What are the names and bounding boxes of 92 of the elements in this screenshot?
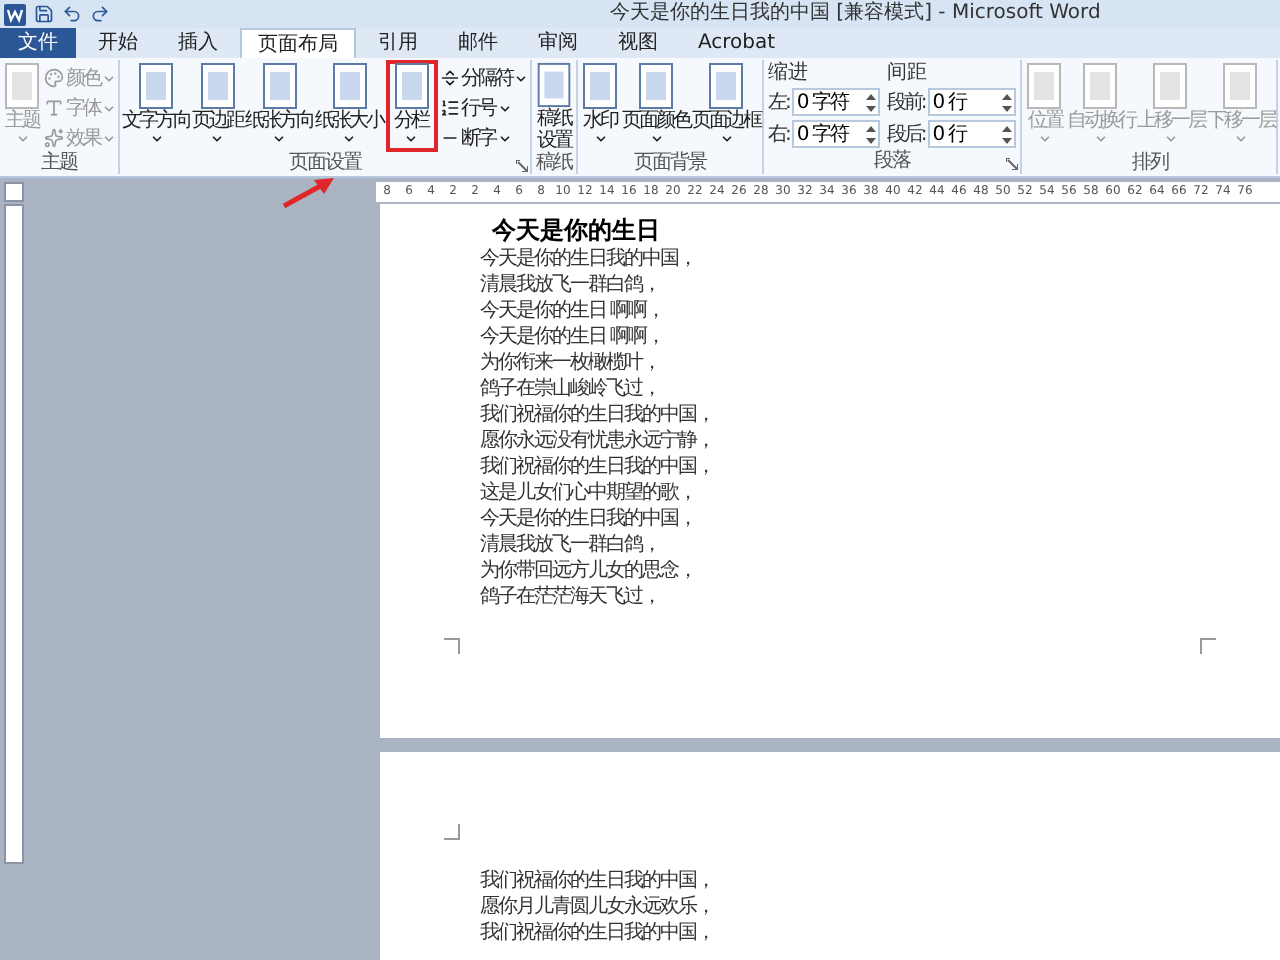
text-line: 愿你永远没有忧患永远宁静， [480, 428, 716, 454]
caret-icon [404, 132, 418, 146]
caret-icon [593, 132, 607, 146]
group-label: 稿纸 [536, 152, 572, 176]
spinner-icon [866, 93, 877, 111]
document-heading: 今天是你的生日 [492, 214, 662, 246]
small-icon [44, 128, 64, 148]
caret-icon [102, 131, 116, 145]
section-label: 间距 [886, 62, 929, 86]
text-line: 今天是你的生日我的中国， [480, 246, 698, 272]
text-line: 愿你月儿青圆儿女永远欢乐， [480, 894, 716, 920]
ribbon-button[interactable]: 纸张方向 [245, 60, 313, 152]
spinner-icon [1002, 93, 1013, 111]
caret-icon [272, 132, 286, 146]
text-line: 今天是你的生日我的中国， [480, 506, 698, 532]
ribbon-tab[interactable]: 文件 [0, 28, 76, 58]
field-label: 左: [768, 89, 789, 117]
text-line: 今天是你的生日 啊啊， [480, 298, 667, 324]
save-icon[interactable] [34, 4, 54, 24]
spin-field[interactable]: 0 字符 [792, 88, 881, 116]
redo-icon[interactable] [90, 4, 110, 24]
caret-icon [102, 101, 116, 115]
ribbon-tab[interactable]: 审阅 [520, 28, 596, 58]
ribbon-tab[interactable]: 视图 [600, 28, 676, 58]
undo-icon[interactable] [62, 4, 82, 24]
ribbon-button[interactable]: 稿纸设置 [534, 60, 574, 152]
caret-icon [497, 101, 511, 115]
group-label: 排列 [1131, 152, 1168, 176]
tab-selector[interactable] [4, 181, 24, 201]
group-label: 段落 [874, 150, 911, 174]
ribbon-tab[interactable]: 插入 [160, 28, 236, 58]
dialog-launcher-icon[interactable] [1006, 158, 1019, 170]
caret-icon [210, 132, 225, 146]
pointer-arrow [280, 176, 336, 208]
ribbon-button[interactable]: 分栏 [385, 60, 437, 152]
group-label: 页面设置 [289, 152, 361, 176]
small-icon [439, 68, 459, 88]
text-line: 我们祝福你的生日我的中国， [480, 402, 716, 428]
text-line: 这是儿女们心中期望的歌， [480, 480, 698, 506]
caret-icon [1163, 132, 1178, 146]
ribbon-button[interactable]: 水印 [580, 60, 620, 152]
text-line: 我们祝福你的生日我的中国， [480, 454, 716, 480]
ribbon-button[interactable]: 纸张大小 [315, 60, 383, 152]
text-line: 鸽子在茫茫海天飞过， [480, 584, 662, 610]
field-label: 右: [768, 121, 789, 149]
ribbon-tab[interactable]: 开始 [80, 28, 156, 58]
ribbon-small-button[interactable]: 行号 [439, 94, 528, 122]
ribbon-button[interactable]: 页边距 [192, 60, 243, 152]
section-label: 缩进 [768, 62, 810, 86]
text-line: 我们祝福你的生日我的中国， [480, 920, 716, 946]
spin-field[interactable]: 0 字符 [792, 120, 881, 148]
window-title: 今天是你的生日我的中国 [兼容模式] - Microsoft Word [610, 2, 1101, 26]
caret-icon [719, 132, 733, 146]
small-icon [439, 98, 459, 118]
field-label: 段前: [886, 89, 925, 117]
text-line: 为你带回远方儿女的思念， [480, 558, 698, 584]
ribbon-tab[interactable]: Acrobat [680, 28, 794, 58]
text-line: 我们祝福你的生日我的中国， [480, 868, 716, 894]
ribbon-button[interactable]: 页面颜色 [622, 60, 690, 152]
text-line: 清晨我放飞一群白鸽， [480, 272, 662, 298]
text-line: 为你衔来一枚橄榄叶， [480, 350, 662, 376]
caret-icon [1037, 132, 1052, 146]
caret-icon [1093, 132, 1108, 146]
caret-icon [649, 132, 663, 146]
ribbon-tab[interactable]: 引用 [360, 28, 436, 58]
dialog-launcher-icon[interactable] [516, 160, 528, 172]
spin-field[interactable]: 0 行 [928, 120, 1017, 148]
spin-field[interactable]: 0 行 [928, 88, 1017, 116]
small-icon [44, 68, 64, 88]
caret-icon [342, 132, 356, 146]
ribbon-tab[interactable]: 页面布局 [240, 28, 356, 58]
ribbon-small-button[interactable]: 分隔符 [439, 64, 528, 92]
spinner-icon [1002, 125, 1013, 143]
ribbon-tab[interactable]: 邮件 [440, 28, 516, 58]
caret-icon [15, 132, 29, 146]
field-label: 段后: [886, 121, 925, 149]
text-line: 清晨我放飞一群白鸽， [480, 532, 662, 558]
small-icon [44, 98, 64, 118]
app-logo-icon [4, 3, 26, 25]
group-label: 主题 [41, 152, 77, 176]
caret-icon [514, 71, 528, 85]
ribbon-button[interactable]: 页面边框 [692, 60, 760, 152]
ribbon-button[interactable]: 文字方向 [122, 60, 190, 152]
text-line: 今天是你的生日 啊啊， [480, 324, 667, 350]
text-line: 鸽子在崇山峻岭飞过， [480, 376, 662, 402]
caret-icon [497, 131, 511, 145]
caret-icon [1233, 132, 1248, 146]
caret-icon [102, 71, 116, 85]
ribbon-small-button[interactable]: 断字 [439, 124, 528, 152]
caret-icon [149, 132, 163, 146]
spinner-icon [866, 125, 877, 143]
group-label: 页面背景 [634, 152, 706, 176]
